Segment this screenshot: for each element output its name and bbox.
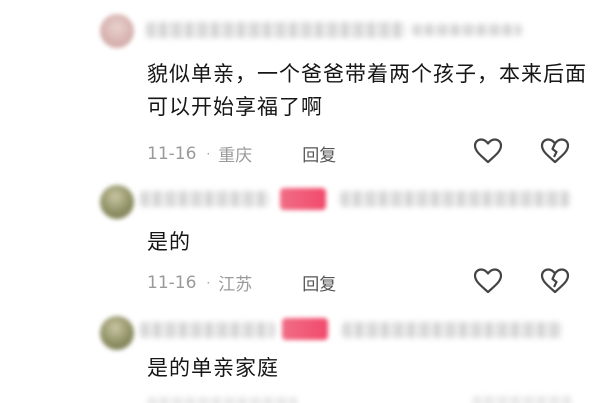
comment-meta: 11-16 · 重庆 回复 (147, 141, 336, 167)
broken-heart-icon[interactable] (540, 137, 570, 165)
username-blurred[interactable] (140, 322, 275, 338)
icons-blurred (472, 396, 572, 403)
meta-separator: · (206, 146, 211, 161)
comment-text: 貌似单亲，一个爸爸带着两个孩子，本来后面可以开始享福了啊 (147, 62, 587, 119)
comment-item: 貌似单亲，一个爸爸带着两个孩子，本来后面可以开始享福了啊 11-16 · 重庆 … (0, 0, 600, 170)
comment-text: 是的 (147, 230, 191, 254)
meta-separator: · (206, 275, 211, 290)
comment-text: 是的单亲家庭 (147, 356, 279, 380)
comment-meta: 11-16 · 江苏 回复 (147, 270, 336, 296)
user-badge-blurred (280, 188, 326, 210)
user-info-blurred (412, 24, 522, 36)
comment-meta-blurred (147, 397, 297, 403)
comment-location: 江苏 (218, 275, 253, 295)
user-info-blurred (340, 191, 570, 207)
user-info-blurred (342, 322, 562, 338)
avatar[interactable] (100, 14, 134, 48)
heart-outline-icon[interactable] (473, 137, 503, 165)
user-badge-blurred (282, 318, 328, 340)
comment-date: 11-16 (147, 143, 197, 164)
comment-item: 是的 11-16 · 江苏 回复 (0, 170, 600, 310)
reply-button[interactable]: 回复 (302, 270, 336, 295)
comment-date: 11-16 (147, 272, 197, 293)
comment-list: 貌似单亲，一个爸爸带着两个孩子，本来后面可以开始享福了啊 11-16 · 重庆 … (0, 0, 600, 403)
broken-heart-icon[interactable] (540, 267, 570, 295)
comment-item: 是的单亲家庭 (0, 310, 600, 403)
username-blurred[interactable] (146, 22, 406, 38)
comment-location: 重庆 (218, 146, 253, 166)
avatar[interactable] (100, 185, 134, 219)
username-blurred[interactable] (140, 191, 270, 207)
reply-button[interactable]: 回复 (302, 141, 336, 166)
avatar[interactable] (100, 316, 134, 350)
heart-outline-icon[interactable] (473, 267, 503, 295)
